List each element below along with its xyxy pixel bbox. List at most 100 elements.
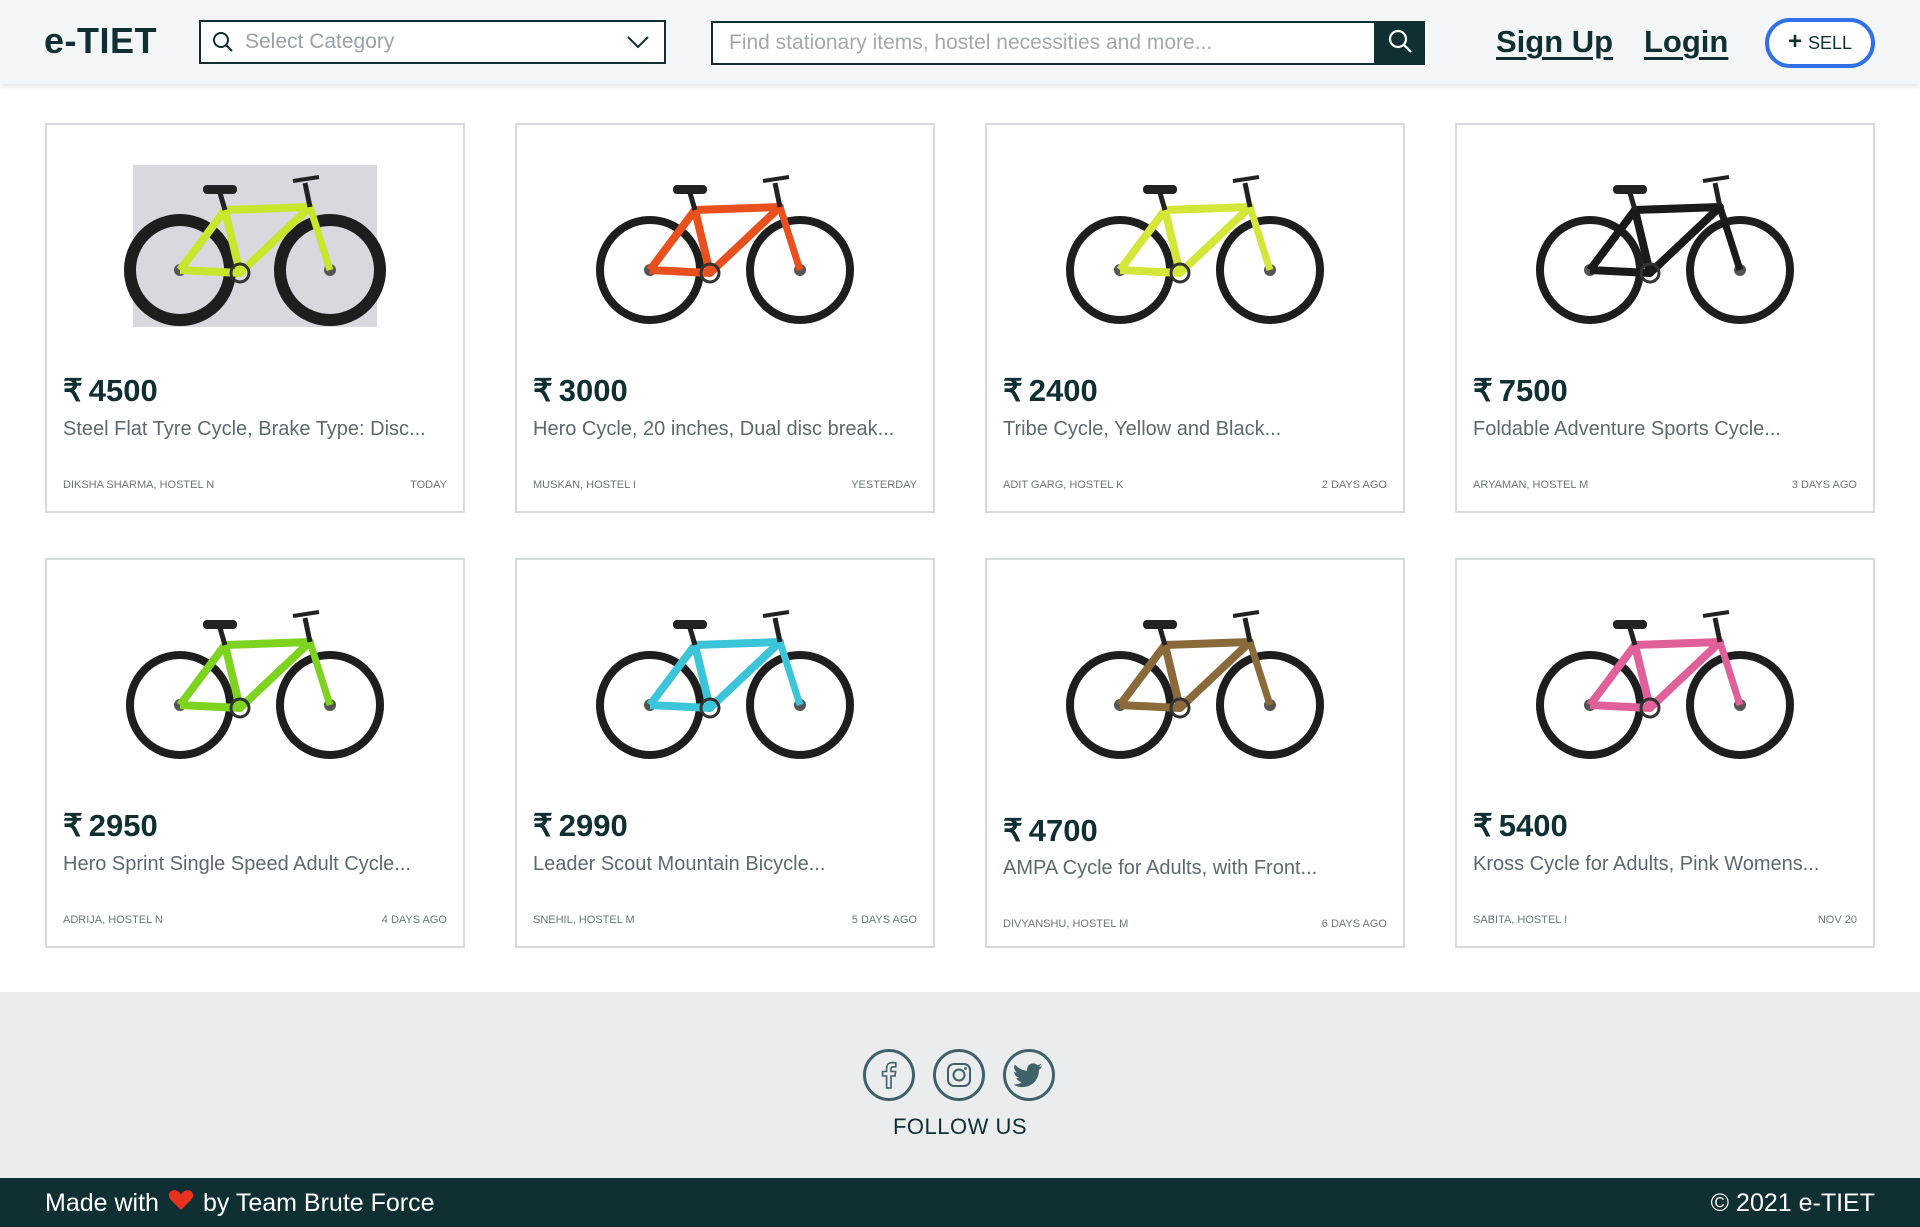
facebook-icon[interactable]: [863, 1049, 915, 1101]
product-image[interactable]: [1457, 125, 1873, 365]
listing-title[interactable]: Leader Scout Mountain Bicycle...: [533, 853, 825, 876]
rupee-icon: ₹: [63, 808, 83, 843]
listing-title[interactable]: Foldable Adventure Sports Cycle...: [1473, 418, 1781, 441]
price-value: 4500: [88, 373, 158, 408]
listing-title[interactable]: Steel Flat Tyre Cycle, Brake Type: Disc.…: [63, 418, 426, 441]
twitter-icon[interactable]: [1003, 1049, 1055, 1101]
sell-label: SELL: [1807, 32, 1853, 53]
listing-price: ₹2990: [533, 808, 628, 844]
plus-icon: +: [1787, 28, 1802, 55]
category-select[interactable]: Select Category: [199, 20, 666, 64]
bicycle-icon: [124, 165, 386, 327]
listing-card[interactable]: ₹5400 Kross Cycle for Adults, Pink Womens…: [1455, 558, 1875, 948]
listing-price: ₹5400: [1473, 808, 1568, 844]
listing-title[interactable]: Hero Sprint Single Speed Adult Cycle...: [63, 853, 411, 876]
listing-title[interactable]: AMPA Cycle for Adults, with Front...: [1003, 857, 1317, 880]
price-value: 2400: [1028, 373, 1098, 408]
seller-info: SABITA, HOSTEL I: [1473, 914, 1568, 926]
product-image[interactable]: [1457, 560, 1873, 800]
rupee-icon: ₹: [1473, 373, 1493, 408]
price-value: 5400: [1498, 808, 1568, 843]
listing-card[interactable]: ₹2400 Tribe Cycle, Yellow and Black... ADI…: [985, 123, 1405, 513]
listing-price: ₹4500: [63, 373, 158, 409]
seller-info: DIVYANSHU, HOSTEL M: [1003, 918, 1129, 930]
bicycle-icon: [1536, 610, 1794, 759]
search-icon: [201, 22, 245, 62]
listing-price: ₹3000: [533, 373, 628, 409]
listing-card[interactable]: ₹3000 Hero Cycle, 20 inches, Dual disc br…: [515, 123, 935, 513]
listing-title[interactable]: Kross Cycle for Adults, Pink Womens...: [1473, 853, 1819, 876]
product-image[interactable]: [517, 125, 933, 365]
listing-meta: ADRIJA, HOSTEL N 4 DAYS AGO: [63, 914, 447, 926]
posted-date: 4 DAYS AGO: [381, 914, 447, 926]
made-with-label: Made with: [45, 1189, 159, 1217]
bicycle-icon: [1066, 175, 1324, 324]
seller-info: ARYAMAN, HOSTEL M: [1473, 479, 1589, 491]
listing-card[interactable]: ₹2950 Hero Sprint Single Speed Adult Cycl…: [45, 558, 465, 948]
team-label: by Team Brute Force: [202, 1189, 435, 1217]
price-value: 3000: [558, 373, 628, 408]
listing-meta: MUSKAN, HOSTEL I YESTERDAY: [533, 479, 917, 491]
chevron-down-icon[interactable]: [612, 22, 664, 62]
search-icon: [1387, 28, 1413, 59]
listing-meta: DIKSHA SHARMA, HOSTEL N TODAY: [63, 479, 447, 491]
posted-date: 5 DAYS AGO: [851, 914, 917, 926]
search-input[interactable]: [711, 21, 1376, 65]
listing-title[interactable]: Hero Cycle, 20 inches, Dual disc break..…: [533, 418, 894, 441]
heart-icon: [168, 1189, 194, 1218]
listing-price: ₹2950: [63, 808, 158, 844]
posted-date: 2 DAYS AGO: [1321, 479, 1387, 491]
listing-price: ₹4700: [1003, 813, 1098, 849]
bicycle-icon: [126, 610, 384, 759]
rupee-icon: ₹: [533, 808, 553, 843]
posted-date: 3 DAYS AGO: [1791, 479, 1857, 491]
listing-card[interactable]: ₹2990 Leader Scout Mountain Bicycle... SNE…: [515, 558, 935, 948]
product-image[interactable]: [47, 560, 463, 800]
site-logo[interactable]: e-TIET: [44, 20, 157, 62]
listing-price: ₹2400: [1003, 373, 1098, 409]
signup-link[interactable]: Sign Up: [1496, 24, 1613, 60]
rupee-icon: ₹: [1003, 373, 1023, 408]
listing-card[interactable]: ₹4500 Steel Flat Tyre Cycle, Brake Type: …: [45, 123, 465, 513]
made-with-text: Made with by Team Brute Force: [45, 1189, 435, 1218]
listing-meta: ARYAMAN, HOSTEL M 3 DAYS AGO: [1473, 479, 1857, 491]
seller-info: DIKSHA SHARMA, HOSTEL N: [63, 479, 215, 491]
seller-info: SNEHIL, HOSTEL M: [533, 914, 635, 926]
posted-date: YESTERDAY: [851, 479, 917, 491]
price-value: 4700: [1028, 813, 1098, 848]
rupee-icon: ₹: [63, 373, 83, 408]
posted-date: 6 DAYS AGO: [1321, 918, 1387, 930]
listing-meta: DIVYANSHU, HOSTEL M 6 DAYS AGO: [1003, 918, 1387, 930]
follow-us-label: FOLLOW US: [892, 1114, 1028, 1139]
listing-meta: SNEHIL, HOSTEL M 5 DAYS AGO: [533, 914, 917, 926]
posted-date: TODAY: [410, 479, 447, 491]
bicycle-icon: [596, 175, 854, 324]
posted-date: NOV 20: [1817, 914, 1857, 926]
follow-section: FOLLOW US: [0, 992, 1920, 1178]
product-image[interactable]: [517, 560, 933, 800]
rupee-icon: ₹: [1003, 813, 1023, 848]
listing-title[interactable]: Tribe Cycle, Yellow and Black...: [1003, 418, 1281, 441]
price-value: 2950: [88, 808, 158, 843]
rupee-icon: ₹: [533, 373, 553, 408]
category-placeholder: Select Category: [245, 30, 395, 53]
product-image[interactable]: [987, 560, 1403, 800]
copyright-text: © 2021 e-TIET: [1710, 1189, 1875, 1217]
seller-info: MUSKAN, HOSTEL I: [533, 479, 636, 491]
listing-card[interactable]: ₹4700 AMPA Cycle for Adults, with Front..…: [985, 558, 1405, 948]
price-value: 2990: [558, 808, 628, 843]
login-link[interactable]: Login: [1644, 24, 1728, 60]
listing-meta: ADIT GARG, HOSTEL K 2 DAYS AGO: [1003, 479, 1387, 491]
seller-info: ADIT GARG, HOSTEL K: [1003, 479, 1124, 491]
listing-meta: SABITA, HOSTEL I NOV 20: [1473, 914, 1857, 926]
search-button[interactable]: [1374, 21, 1425, 65]
instagram-icon[interactable]: [933, 1049, 985, 1101]
sell-button[interactable]: + SELL: [1765, 18, 1875, 68]
seller-info: ADRIJA, HOSTEL N: [63, 914, 163, 926]
bicycle-icon: [1536, 175, 1794, 324]
listing-price: ₹7500: [1473, 373, 1568, 409]
product-image[interactable]: [47, 125, 463, 365]
bicycle-icon: [596, 610, 854, 759]
product-image[interactable]: [987, 125, 1403, 365]
listing-card[interactable]: ₹7500 Foldable Adventure Sports Cycle... A…: [1455, 123, 1875, 513]
